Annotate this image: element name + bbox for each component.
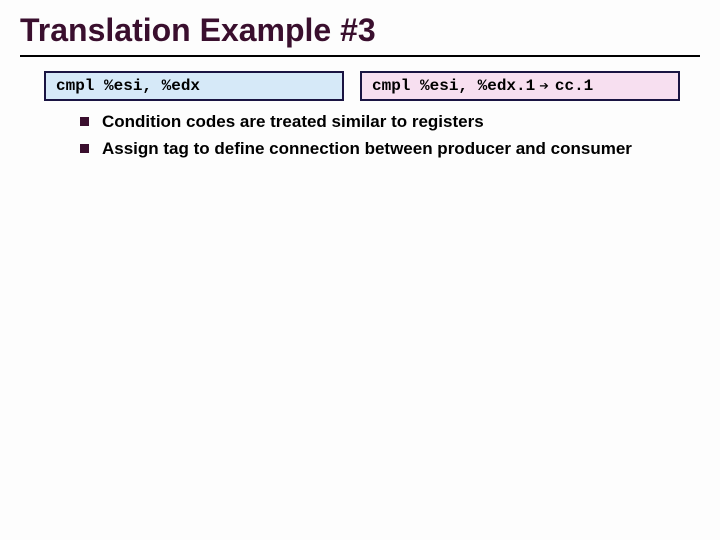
code-boxes-row: cmpl %esi, %edx cmpl %esi, %edx.1 ➔ cc.1 bbox=[44, 71, 700, 101]
bullet-text: Condition codes are treated similar to r… bbox=[102, 112, 484, 131]
list-item: Assign tag to define connection between … bbox=[80, 138, 700, 161]
arrow-icon: ➔ bbox=[539, 76, 549, 96]
list-item: Condition codes are treated similar to r… bbox=[80, 111, 700, 134]
title-rule bbox=[20, 55, 700, 57]
code-box-left-text: cmpl %esi, %edx bbox=[56, 77, 200, 95]
code-box-right-rhs: cc.1 bbox=[555, 77, 593, 95]
code-box-right-lhs: cmpl %esi, %edx.1 bbox=[372, 77, 535, 95]
slide: Translation Example #3 cmpl %esi, %edx c… bbox=[0, 0, 720, 540]
code-box-right: cmpl %esi, %edx.1 ➔ cc.1 bbox=[360, 71, 680, 101]
code-box-left: cmpl %esi, %edx bbox=[44, 71, 344, 101]
page-title: Translation Example #3 bbox=[20, 12, 700, 49]
bullet-text: Assign tag to define connection between … bbox=[102, 139, 632, 158]
bullet-list: Condition codes are treated similar to r… bbox=[80, 111, 700, 161]
